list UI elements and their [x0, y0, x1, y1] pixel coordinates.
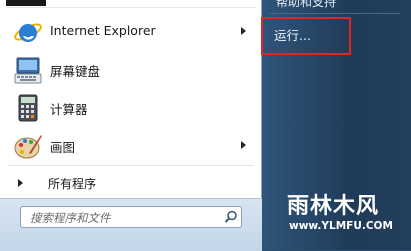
menu-item-on-screen-keyboard[interactable]: 屏幕键盘 — [6, 51, 256, 89]
internet-explorer-icon — [14, 23, 42, 42]
on-screen-keyboard-icon — [14, 57, 42, 84]
help-and-support-item[interactable]: 帮助和支持 — [276, 0, 336, 10]
submenu-arrow-icon[interactable] — [241, 27, 246, 35]
watermark: 雨林木风 www.YLMFU.COM — [287, 188, 411, 238]
all-programs-button[interactable]: 所有程序 — [6, 170, 256, 196]
menu-item-calculator[interactable]: 计算器 — [6, 89, 256, 127]
menu-item-internet-explorer[interactable]: Internet Explorer — [6, 13, 256, 51]
divider — [270, 13, 400, 14]
chevron-right-icon — [18, 179, 23, 187]
highlight-box — [261, 17, 351, 55]
menu-item-label: 计算器 — [50, 102, 88, 117]
search-placeholder: 搜索程序和文件 — [30, 211, 111, 225]
menu-item-paint[interactable]: 画图 — [6, 127, 256, 165]
pinned-item-cut-off[interactable] — [6, 0, 46, 6]
watermark-logo: 雨林木风 — [287, 194, 380, 219]
menu-item-label: Internet Explorer — [50, 23, 156, 38]
search-input[interactable]: 搜索程序和文件 — [20, 206, 242, 228]
menu-item-label: 画图 — [50, 140, 76, 155]
watermark-url: www.YLMFU.COM — [289, 220, 393, 232]
submenu-arrow-icon[interactable] — [241, 141, 246, 149]
paint-icon — [14, 135, 42, 159]
all-programs-label: 所有程序 — [48, 177, 97, 191]
menu-item-label: 屏幕键盘 — [50, 64, 101, 79]
calculator-icon — [18, 94, 38, 122]
divider — [6, 7, 256, 8]
divider — [8, 165, 254, 166]
search-icon[interactable] — [223, 209, 239, 225]
